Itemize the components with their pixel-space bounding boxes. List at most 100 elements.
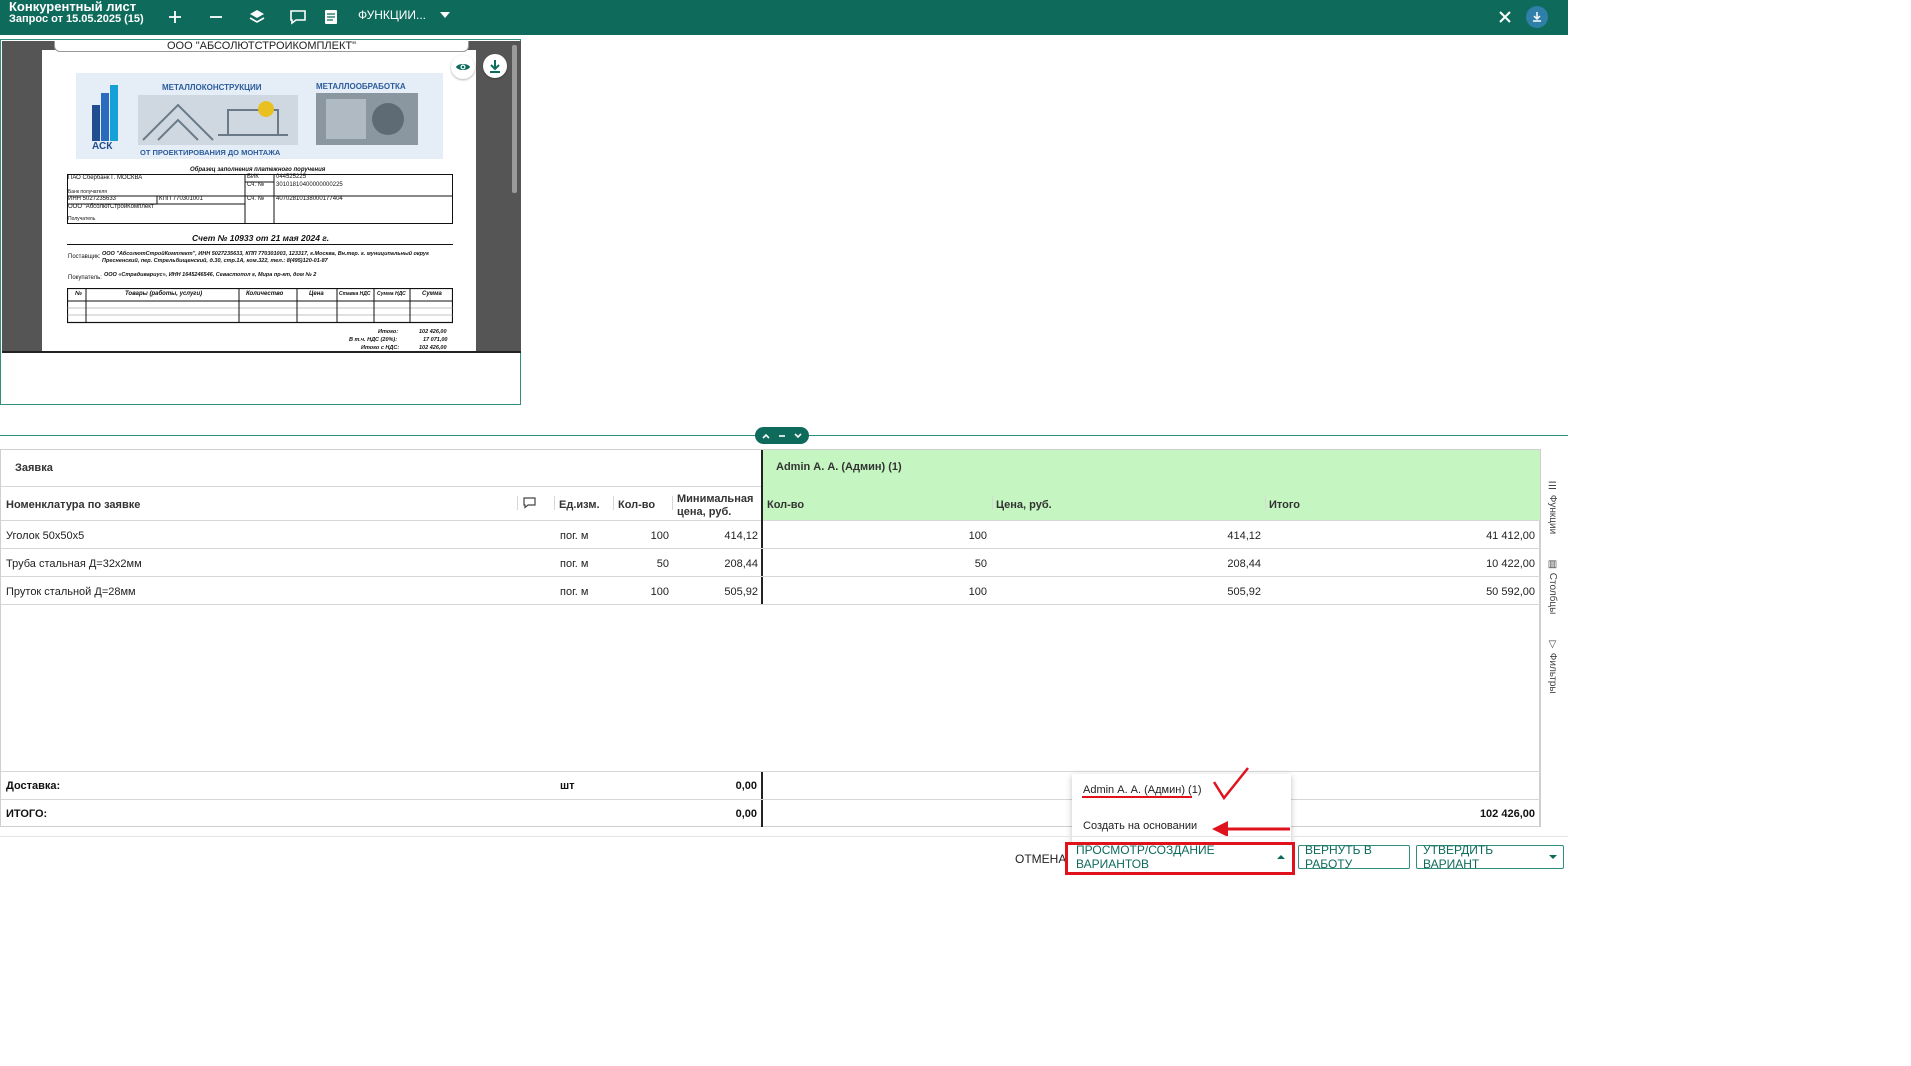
col-header-offer-total[interactable]: Итого <box>1269 499 1300 512</box>
row-qty: 50 <box>656 558 669 570</box>
inn-line: ИНН 5027235633 <box>68 196 117 202</box>
row-offer-qty: 50 <box>974 558 987 570</box>
document-icon[interactable] <box>319 5 343 29</box>
comment-column-icon[interactable] <box>523 496 536 513</box>
menu-item-create-based-on[interactable]: Создать на основании <box>1083 820 1197 832</box>
menu-item-variant[interactable]: Admin А. А. (Админ) (1) <box>1083 784 1202 796</box>
row-offer-qty: 100 <box>968 586 987 598</box>
side-tool-panel: ☰ Функции ▥ Столбцы ▽ Фильтры <box>1540 449 1568 827</box>
minus-icon[interactable] <box>204 5 228 29</box>
page-title: Конкурентный лист <box>9 0 137 14</box>
download-icon[interactable] <box>1526 6 1548 28</box>
grand-total-value: 0,00 <box>735 808 757 820</box>
row-unit: пог. м <box>560 558 589 570</box>
functions-menu[interactable]: ФУНКЦИИ... <box>358 8 450 22</box>
bik-value: 044525225 <box>276 174 307 180</box>
account-2: 40702810138000177404 <box>276 196 343 202</box>
delivery-value[interactable]: 0,00 <box>681 780 757 793</box>
company-banner: АСК МЕТАЛЛОКОНСТРУКЦИИ МЕТАЛЛООБРАБОТКА … <box>76 73 443 159</box>
document-preview-panel: АСК МЕТАЛЛОКОНСТРУКЦИИ МЕТАЛЛООБРАБОТКА … <box>0 39 521 405</box>
recipient-label: Получатель <box>68 216 96 222</box>
items-col-vat-rate: Ставка НДС <box>339 291 371 297</box>
grand-total-label: ИТОГО: <box>6 808 48 820</box>
row-minprice: 208,44 <box>724 558 758 570</box>
close-icon[interactable] <box>1493 5 1517 29</box>
banner-right-title: МЕТАЛЛООБРАБОТКА <box>316 82 406 91</box>
group-header-request: Заявка <box>15 462 53 474</box>
return-to-work-button[interactable]: ВЕРНУТЬ В РАБОТУ <box>1298 843 1410 871</box>
annotation-underline <box>1082 796 1192 798</box>
offer-grand-total: 102 426,00 <box>1479 808 1535 820</box>
col-header-minprice-line2[interactable]: цена, руб. <box>677 506 731 519</box>
row-offer-total: 10 422,00 <box>1486 558 1535 570</box>
metal-structures-image <box>138 95 298 145</box>
supplier-details: ООО "АбсолютСтройКомплект", ИНН 50272356… <box>102 251 429 264</box>
equal-icon[interactable] <box>777 431 787 441</box>
kpp-line: КПП 770301001 <box>159 196 203 202</box>
row-name: Труба стальная Д=32х2мм <box>6 558 142 570</box>
row-offer-price: 414,12 <box>1227 530 1261 542</box>
buyer-label: Покупатель: <box>68 275 102 281</box>
items-col-goods: Товары (работы, услуги) <box>125 291 203 297</box>
page-subtitle: Запрос от 15.05.2025 (15) <box>9 13 144 25</box>
side-tab-columns[interactable]: ▥ Столбцы <box>1547 559 1558 614</box>
row-offer-total: 50 592,00 <box>1486 586 1535 598</box>
chevron-down-icon[interactable] <box>793 431 803 441</box>
doc-vat: 17 071,00 <box>423 337 448 343</box>
top-bar: Конкурентный лист Запрос от 15.05.2025 (… <box>0 0 1568 35</box>
document-scrollbar[interactable] <box>512 45 517 193</box>
functions-label: ФУНКЦИИ... <box>358 8 426 22</box>
approve-variant-label: УТВЕРДИТЬ ВАРИАНТ <box>1423 843 1494 871</box>
window-title: Конкурентный лист Запрос от 15.05.2025 (… <box>9 0 144 25</box>
items-col-qty: Количество <box>246 291 284 297</box>
document-viewer[interactable]: АСК МЕТАЛЛОКОНСТРУКЦИИ МЕТАЛЛООБРАБОТКА … <box>2 41 521 353</box>
col-header-nomenclature[interactable]: Номенклатура по заявке <box>6 499 140 512</box>
row-unit: пог. м <box>560 530 589 542</box>
items-col-no: № <box>75 291 82 297</box>
col-header-offer-price[interactable]: Цена, руб. <box>996 499 1052 512</box>
bank-name: ПАО Сбербанк Г. МОСКВА <box>68 175 143 181</box>
col-header-unit[interactable]: Ед.изм. <box>559 499 600 512</box>
footer-bar: ОТМЕНА ПРОСМОТР/СОЗДАНИЕ ВАРИАНТОВ ВЕРНУ… <box>0 836 1568 879</box>
filter-icon: ▽ <box>1547 639 1558 653</box>
eye-icon[interactable] <box>451 55 475 79</box>
cancel-button[interactable]: ОТМЕНА <box>1015 852 1066 866</box>
menu-icon: ☰ <box>1547 481 1558 495</box>
doc-total-vat: 102 426,00 <box>419 345 447 351</box>
row-offer-price: 505,92 <box>1227 586 1261 598</box>
row-qty: 100 <box>650 530 669 542</box>
invoice-title: Счет № 10933 от 21 мая 2024 г. <box>192 233 330 243</box>
arrow-left-icon <box>1212 821 1290 837</box>
items-col-sum: Сумма <box>422 291 442 297</box>
banner-bottom-text: ОТ ПРОЕКТИРОВАНИЯ ДО МОНТАЖА <box>140 148 281 157</box>
download-document-icon[interactable] <box>483 54 507 78</box>
doc-total-label: Итого: <box>378 329 399 335</box>
items-col-vat-sum: Сумма НДС <box>377 291 406 297</box>
chevron-down-icon <box>1549 855 1557 859</box>
comment-icon[interactable] <box>286 5 310 29</box>
col-header-offer-qty[interactable]: Кол-во <box>767 499 804 512</box>
plus-icon[interactable] <box>163 5 187 29</box>
delivery-unit: шт <box>560 780 575 792</box>
layers-icon[interactable] <box>245 5 269 29</box>
group-header-supplier[interactable]: Admin А. А. (Админ) (1) <box>776 461 902 474</box>
side-tab-filters[interactable]: ▽ Фильтры <box>1547 639 1558 694</box>
annotation-highlight-box <box>1065 842 1295 875</box>
logo-text: АСК <box>92 141 113 152</box>
col-header-qty[interactable]: Кол-во <box>618 499 655 512</box>
metalwork-image <box>316 93 418 145</box>
chevron-up-icon[interactable] <box>761 431 771 441</box>
buyer-details: ООО «Страдивариус», ИНН 1645246546, Сева… <box>104 272 317 278</box>
delivery-label: Доставка: <box>6 780 61 792</box>
row-offer-price: 208,44 <box>1227 558 1261 570</box>
side-tab-functions[interactable]: ☰ Функции <box>1547 481 1558 534</box>
supplier-label: Поставщик: <box>68 254 101 260</box>
row-name: Пруток стальной Д=28мм <box>6 586 136 598</box>
checkmark-icon <box>1212 767 1249 801</box>
form-title: Образец заполнения платежного поручения <box>190 167 326 173</box>
items-col-price: Цена <box>309 291 324 297</box>
col-header-minprice-line1[interactable]: Минимальная <box>677 493 753 506</box>
account-label-2: Сч. № <box>247 196 265 202</box>
doc-total: 102 426,00 <box>419 329 447 335</box>
approve-variant-button[interactable]: УТВЕРДИТЬ ВАРИАНТ <box>1416 843 1564 871</box>
